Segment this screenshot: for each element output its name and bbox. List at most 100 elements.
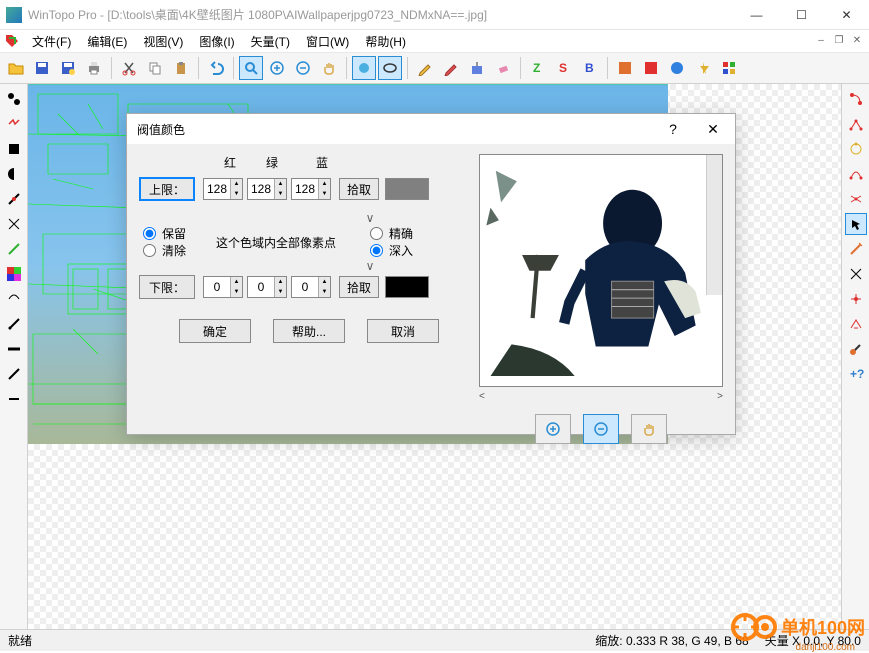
lower-pick-button[interactable]: 拾取 (339, 276, 379, 298)
cut-button[interactable] (117, 56, 141, 80)
lower-limit-button[interactable]: 下限： (139, 275, 195, 299)
right-tool-8[interactable] (845, 288, 867, 310)
upper-r-spinner[interactable]: ▲▼ (203, 178, 243, 200)
upper-g-input[interactable] (248, 179, 274, 199)
preview-hscroll[interactable]: <> (479, 388, 723, 404)
left-tool-8[interactable] (3, 263, 25, 285)
zoom-out-button[interactable] (291, 56, 315, 80)
clear-radio[interactable]: 清除 (143, 242, 186, 259)
shape2-button[interactable] (639, 56, 663, 80)
right-tool-5[interactable] (845, 188, 867, 210)
lower-g-spinner[interactable]: ▲▼ (247, 276, 287, 298)
svg-text:Z: Z (533, 61, 540, 75)
left-tool-7[interactable] (3, 238, 25, 260)
right-tool-arrow[interactable] (845, 213, 867, 235)
dialog-titlebar[interactable]: 阀值颜色 ? ✕ (127, 114, 735, 144)
open-button[interactable] (4, 56, 28, 80)
left-tool-2[interactable] (3, 113, 25, 135)
right-tool-10[interactable] (845, 338, 867, 360)
lower-r-input[interactable] (204, 277, 230, 297)
upper-swatch (385, 178, 429, 200)
window-title: WinTopo Pro - [D:\tools\桌面\4K壁纸图片 1080P\… (28, 6, 734, 23)
upper-b-input[interactable] (292, 179, 318, 199)
lower-r-spinner[interactable]: ▲▼ (203, 276, 243, 298)
shape4-button[interactable] (691, 56, 715, 80)
maximize-button[interactable]: ☐ (779, 0, 824, 30)
print-button[interactable] (82, 56, 106, 80)
fill-button[interactable] (465, 56, 489, 80)
pencil-button[interactable] (413, 56, 437, 80)
menu-view[interactable]: 视图(V) (135, 31, 191, 52)
right-tool-9[interactable] (845, 313, 867, 335)
upper-b-spinner[interactable]: ▲▼ (291, 178, 331, 200)
preview-pane[interactable] (479, 154, 723, 387)
menu-file[interactable]: 文件(F) (24, 31, 79, 52)
upper-pick-button[interactable]: 拾取 (339, 178, 379, 200)
right-tool-7[interactable] (845, 263, 867, 285)
minimize-button[interactable]: — (734, 0, 779, 30)
upper-r-input[interactable] (204, 179, 230, 199)
erase-button[interactable] (491, 56, 515, 80)
left-tool-12[interactable] (3, 363, 25, 385)
menu-help[interactable]: 帮助(H) (357, 31, 414, 52)
shape1-button[interactable] (613, 56, 637, 80)
lower-b-spinner[interactable]: ▲▼ (291, 276, 331, 298)
lower-g-input[interactable] (248, 277, 274, 297)
paste-button[interactable] (169, 56, 193, 80)
menu-image[interactable]: 图像(I) (191, 31, 242, 52)
precise-radio[interactable]: 精确 (370, 225, 413, 242)
mdi-minimize-button[interactable]: – (813, 33, 829, 47)
left-tool-9[interactable] (3, 288, 25, 310)
menu-vector[interactable]: 矢量(T) (243, 31, 298, 52)
tool-z-icon[interactable]: Z (526, 56, 550, 80)
cancel-button[interactable]: 取消 (367, 319, 439, 343)
tool-s-icon[interactable]: S (552, 56, 576, 80)
rgb-headers: 红 绿 蓝 (209, 154, 469, 171)
shape5-button[interactable] (717, 56, 741, 80)
right-tool-2[interactable] (845, 113, 867, 135)
left-tool-4[interactable] (3, 163, 25, 185)
mdi-restore-button[interactable]: ❐ (831, 33, 847, 47)
menu-window[interactable]: 窗口(W) (298, 31, 357, 52)
close-button[interactable]: ✕ (824, 0, 869, 30)
upper-g-spinner[interactable]: ▲▼ (247, 178, 287, 200)
left-tool-6[interactable] (3, 213, 25, 235)
preview-zoom-out-button[interactable] (583, 414, 619, 444)
help-button[interactable]: 帮助... (273, 319, 345, 343)
shape3-button[interactable] (665, 56, 689, 80)
save-button[interactable] (30, 56, 54, 80)
left-tool-10[interactable] (3, 313, 25, 335)
dialog-close-button[interactable]: ✕ (693, 115, 733, 143)
preview-zoom-in-button[interactable] (535, 414, 571, 444)
layer1-button[interactable] (352, 56, 376, 80)
zoom-tool-button[interactable] (239, 56, 263, 80)
preview-vscroll[interactable] (706, 155, 722, 295)
save-as-button[interactable] (56, 56, 80, 80)
right-tool-4[interactable] (845, 163, 867, 185)
dialog-help-button[interactable]: ? (653, 115, 693, 143)
left-tool-5[interactable] (3, 188, 25, 210)
deep-radio[interactable]: 深入 (370, 242, 413, 259)
upper-limit-button[interactable]: 上限： (139, 177, 195, 201)
lower-b-input[interactable] (292, 277, 318, 297)
menu-edit[interactable]: 编辑(E) (79, 31, 135, 52)
right-tool-3[interactable] (845, 138, 867, 160)
tool-b-icon[interactable]: B (578, 56, 602, 80)
right-tool-1[interactable] (845, 88, 867, 110)
mdi-close-button[interactable]: ✕ (849, 33, 865, 47)
keep-radio[interactable]: 保留 (143, 225, 186, 242)
copy-button[interactable] (143, 56, 167, 80)
zoom-in-button[interactable] (265, 56, 289, 80)
layer2-button[interactable] (378, 56, 402, 80)
right-tool-6[interactable] (845, 238, 867, 260)
pan-button[interactable] (317, 56, 341, 80)
left-tool-13[interactable] (3, 388, 25, 410)
preview-pan-button[interactable] (631, 414, 667, 444)
left-tool-11[interactable] (3, 338, 25, 360)
brush-button[interactable] (439, 56, 463, 80)
right-tool-11[interactable]: +? (845, 363, 867, 385)
left-tool-1[interactable] (3, 88, 25, 110)
undo-button[interactable] (204, 56, 228, 80)
ok-button[interactable]: 确定 (179, 319, 251, 343)
left-tool-3[interactable] (3, 138, 25, 160)
